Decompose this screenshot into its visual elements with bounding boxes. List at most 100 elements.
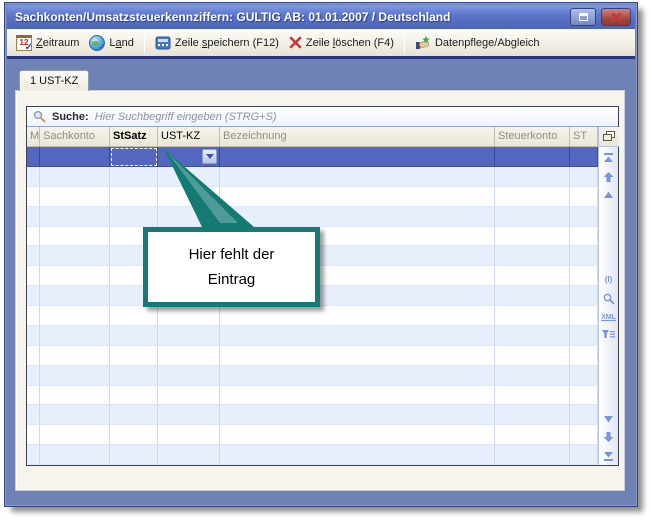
cell-stsatz[interactable]	[110, 445, 158, 465]
land-button[interactable]: ✓ Land	[84, 33, 139, 53]
zoom-button[interactable]	[603, 293, 615, 305]
cell-ust-kz[interactable]	[158, 425, 220, 445]
xml-button[interactable]: XML	[601, 314, 616, 321]
cell-st[interactable]	[570, 187, 598, 207]
cell-st[interactable]	[570, 326, 598, 346]
cell-ust-kz[interactable]	[158, 346, 220, 366]
cell-steuerkonto[interactable]	[495, 207, 570, 227]
cell-steuerkonto[interactable]	[495, 346, 570, 366]
cell-st[interactable]	[570, 425, 598, 445]
cell-ust-kz[interactable]	[158, 445, 220, 465]
search-input[interactable]: Suche: Hier Suchbegriff eingeben (STRG+S…	[27, 107, 618, 127]
cell-m[interactable]	[27, 425, 40, 445]
cell-sachkonto[interactable]	[40, 405, 110, 425]
cell-stsatz[interactable]	[110, 346, 158, 366]
cell-ust-kz[interactable]	[158, 386, 220, 406]
cell-sachkonto[interactable]	[40, 286, 110, 306]
cell-sachkonto[interactable]	[40, 326, 110, 346]
cell-m[interactable]	[27, 286, 40, 306]
cell-st[interactable]	[570, 286, 598, 306]
column-header-steuerkonto[interactable]: Steuerkonto	[495, 127, 570, 146]
cell-st[interactable]	[570, 147, 598, 167]
cell-stsatz[interactable]	[110, 386, 158, 406]
table-row[interactable]	[27, 207, 598, 227]
cell-steuerkonto[interactable]	[495, 306, 570, 326]
page-up-button[interactable]	[603, 191, 614, 199]
cell-m[interactable]	[27, 306, 40, 326]
cell-m[interactable]	[27, 366, 40, 386]
cell-m[interactable]	[27, 147, 40, 167]
cell-bezeichnung[interactable]	[220, 445, 495, 465]
cell-m[interactable]	[27, 187, 40, 207]
column-header-st[interactable]: ST	[570, 127, 598, 146]
cell-steuerkonto[interactable]	[495, 187, 570, 207]
cell-m[interactable]	[27, 386, 40, 406]
table-row[interactable]	[27, 425, 598, 445]
table-row[interactable]	[27, 366, 598, 386]
cell-m[interactable]	[27, 246, 40, 266]
table-row[interactable]	[27, 386, 598, 406]
cell-steuerkonto[interactable]	[495, 445, 570, 465]
cell-sachkonto[interactable]	[40, 266, 110, 286]
cell-stsatz[interactable]	[110, 306, 158, 326]
cell-stsatz[interactable]	[110, 326, 158, 346]
cell-steuerkonto[interactable]	[495, 405, 570, 425]
cell-m[interactable]	[27, 326, 40, 346]
scroll-to-top-button[interactable]	[603, 153, 614, 163]
table-row[interactable]	[27, 445, 598, 465]
datenpflege-button[interactable]: Datenpflege/Abgleich	[410, 33, 545, 53]
cell-sachkonto[interactable]	[40, 246, 110, 266]
cell-steuerkonto[interactable]	[495, 326, 570, 346]
scroll-to-bottom-button[interactable]	[603, 451, 614, 461]
cell-st[interactable]	[570, 346, 598, 366]
cell-bezeichnung[interactable]	[220, 425, 495, 445]
cell-st[interactable]	[570, 366, 598, 386]
table-row[interactable]	[27, 306, 598, 326]
cell-bezeichnung[interactable]	[220, 346, 495, 366]
cell-st[interactable]	[570, 167, 598, 187]
cell-sachkonto[interactable]	[40, 147, 110, 167]
table-row[interactable]	[27, 326, 598, 346]
cell-m[interactable]	[27, 207, 40, 227]
cell-m[interactable]	[27, 227, 40, 247]
column-header-ust-kz[interactable]: UST-KZ	[158, 127, 220, 146]
cell-ust-kz[interactable]	[158, 366, 220, 386]
grid-settings-button[interactable]	[599, 127, 619, 147]
table-row[interactable]	[27, 346, 598, 366]
tab-ust-kz[interactable]: 1 UST-KZ	[19, 70, 89, 91]
cell-bezeichnung[interactable]	[220, 386, 495, 406]
column-header-stsatz[interactable]: StSatz	[110, 127, 158, 146]
cell-sachkonto[interactable]	[40, 366, 110, 386]
cell-steuerkonto[interactable]	[495, 366, 570, 386]
restore-button[interactable]	[570, 8, 596, 26]
cell-bezeichnung[interactable]	[220, 405, 495, 425]
cell-m[interactable]	[27, 266, 40, 286]
cell-st[interactable]	[570, 405, 598, 425]
cell-steuerkonto[interactable]	[495, 386, 570, 406]
column-header-bezeichnung[interactable]: Bezeichnung	[220, 127, 495, 146]
formula-button[interactable]: (I)	[605, 275, 613, 284]
cell-sachkonto[interactable]	[40, 346, 110, 366]
cell-ust-kz[interactable]	[158, 306, 220, 326]
cell-steuerkonto[interactable]	[495, 286, 570, 306]
cell-m[interactable]	[27, 346, 40, 366]
table-row[interactable]	[27, 167, 598, 187]
cell-st[interactable]	[570, 306, 598, 326]
move-down-button[interactable]	[603, 432, 614, 442]
move-up-button[interactable]	[603, 172, 614, 182]
cell-sachkonto[interactable]	[40, 425, 110, 445]
cell-sachkonto[interactable]	[40, 187, 110, 207]
zeile-loeschen-button[interactable]: Zeile löschen (F4)	[284, 34, 399, 51]
page-down-button[interactable]	[603, 415, 614, 423]
cell-steuerkonto[interactable]	[495, 167, 570, 187]
cell-m[interactable]	[27, 445, 40, 465]
cell-m[interactable]	[27, 167, 40, 187]
filter-button[interactable]	[602, 330, 615, 339]
cell-stsatz[interactable]	[110, 405, 158, 425]
cell-steuerkonto[interactable]	[495, 246, 570, 266]
cell-st[interactable]	[570, 266, 598, 286]
cell-sachkonto[interactable]	[40, 167, 110, 187]
cell-steuerkonto[interactable]	[495, 266, 570, 286]
cell-sachkonto[interactable]	[40, 445, 110, 465]
cell-bezeichnung[interactable]	[220, 366, 495, 386]
